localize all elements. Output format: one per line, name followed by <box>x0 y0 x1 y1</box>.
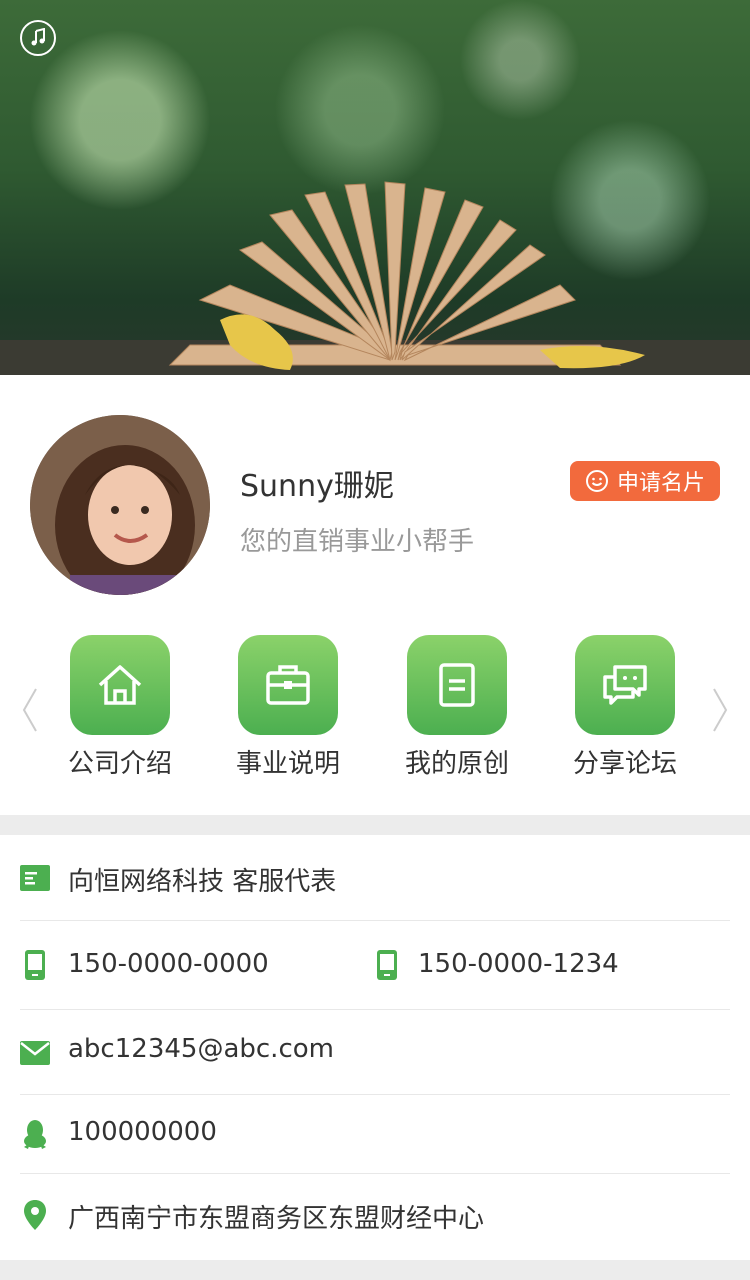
profile-card: Sunny珊妮 您的直销事业小帮手 申请名片 公司介绍 事业说明 我的原创 分享… <box>0 375 750 815</box>
nav-tile <box>238 635 338 735</box>
email-row: abc12345@abc.com <box>20 1010 730 1095</box>
contact-info-panel: 向恒网络科技 客服代表 150-0000-0000 150-0000-1234 <box>0 835 750 1260</box>
chat-icon <box>603 665 647 705</box>
nav-item-share-forum[interactable]: 分享论坛 <box>565 635 685 780</box>
nav-item-my-original[interactable]: 我的原创 <box>397 635 517 780</box>
avatar[interactable] <box>30 415 210 595</box>
company-row: 向恒网络科技 客服代表 <box>20 835 730 921</box>
profile-name: Sunny珊妮 <box>240 469 394 504</box>
mail-icon <box>20 1038 50 1068</box>
address-row: 广西南宁市东盟商务区东盟财经中心 <box>20 1174 730 1260</box>
nav-tile <box>407 635 507 735</box>
qq-row: 100000000 <box>20 1095 730 1174</box>
address-text[interactable]: 广西南宁市东盟商务区东盟财经中心 <box>68 1198 484 1235</box>
phone-row: 150-0000-0000 150-0000-1234 <box>20 921 730 1010</box>
smile-icon <box>585 470 608 492</box>
company-title: 向恒网络科技 客服代表 <box>68 867 337 897</box>
chevron-left-icon <box>22 688 37 732</box>
music-note-icon <box>31 28 45 46</box>
id-card-icon <box>20 863 50 893</box>
header-banner-image <box>0 0 750 375</box>
nav-prev-arrow[interactable] <box>20 687 40 733</box>
nav-label: 我的原创 <box>404 749 509 779</box>
apply-card-button[interactable]: 申请名片 <box>570 461 720 501</box>
document-icon <box>439 663 475 707</box>
qq-penguin-icon <box>20 1119 50 1149</box>
nav-tile <box>575 635 675 735</box>
apply-card-label: 申请名片 <box>616 471 705 496</box>
qq-number[interactable]: 100000000 <box>68 1117 217 1147</box>
phone-number-2[interactable]: 150-0000-1234 <box>418 949 619 979</box>
chevron-right-icon <box>713 688 728 732</box>
profile-slogan: 您的直销事业小帮手 <box>240 527 475 557</box>
home-icon <box>98 665 142 705</box>
briefcase-icon <box>266 665 310 705</box>
phone-number-1[interactable]: 150-0000-0000 <box>68 949 269 979</box>
music-toggle-button[interactable] <box>20 20 56 56</box>
phone-icon <box>20 950 50 980</box>
nav-tile <box>70 635 170 735</box>
open-book-illustration <box>0 181 750 375</box>
location-pin-icon <box>20 1200 50 1230</box>
nav-item-business-intro[interactable]: 事业说明 <box>228 635 348 780</box>
nav-label: 分享论坛 <box>572 749 677 779</box>
phone-icon <box>372 950 402 980</box>
nav-next-arrow[interactable] <box>710 687 730 733</box>
nav-label: 事业说明 <box>235 749 340 779</box>
email-address[interactable]: abc12345@abc.com <box>68 1034 334 1064</box>
nav-label: 公司介绍 <box>67 749 172 779</box>
nav-item-company-intro[interactable]: 公司介绍 <box>60 635 180 780</box>
